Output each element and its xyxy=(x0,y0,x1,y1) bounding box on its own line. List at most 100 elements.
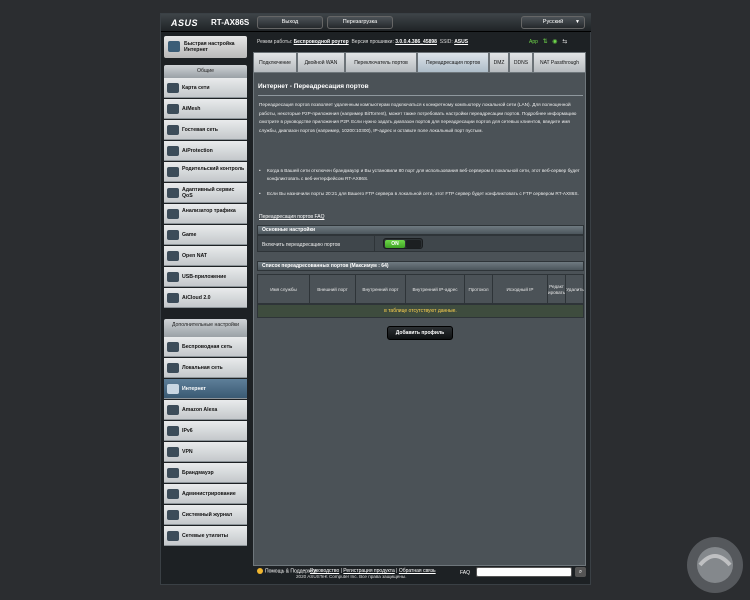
firmware-value-link[interactable]: 3.0.0.4.386_45898 xyxy=(395,39,437,45)
title-divider xyxy=(258,95,583,96)
column-header: Исходный IP xyxy=(493,275,548,304)
tab-dmz[interactable]: DMZ xyxy=(489,52,509,72)
main-panel: Интернет - Переадресация портов Переадре… xyxy=(253,72,586,566)
cloud-icon xyxy=(167,293,179,303)
sidebar-item-game[interactable]: Game xyxy=(164,225,247,245)
sidebar-item-label: IPv6 xyxy=(182,428,193,434)
sidebar-item-label: AiCloud 2.0 xyxy=(182,295,211,301)
asus-logo: ASUS xyxy=(171,18,199,28)
section-general: Общие xyxy=(164,65,247,78)
sidebar-item-traffic-analyzer[interactable]: Анализатор трафика xyxy=(164,204,247,224)
sidebar-item-network-map[interactable]: Карта сети xyxy=(164,78,247,98)
note-text: Когда в Вашей сети отключен брандмауэр и… xyxy=(267,168,580,181)
sidebar-item-label: AiProtection xyxy=(182,148,213,154)
sidebar-item-ipv6[interactable]: IPv6 xyxy=(164,421,247,441)
copyright: 2020 ASUSTeK Computer Inc. Все права защ… xyxy=(296,574,407,579)
sidebar-item-vpn[interactable]: VPN xyxy=(164,442,247,462)
add-profile-button[interactable]: Добавить профиль xyxy=(387,326,453,340)
network-status-icon[interactable]: ⇅ xyxy=(543,38,548,45)
faq-search-label: FAQ xyxy=(460,570,471,576)
sidebar-item-aicloud[interactable]: AiCloud 2.0 xyxy=(164,288,247,308)
ssid-label: SSID: xyxy=(439,39,453,45)
page-description: Переадресация портов позволяет удаленным… xyxy=(259,102,577,133)
faq-search-input[interactable] xyxy=(476,567,572,577)
status-icons: App ⇅ ◉ ⇆ xyxy=(529,38,570,45)
port-forwarding-toggle[interactable]: ON xyxy=(383,238,423,249)
tab-connection[interactable]: Подключение xyxy=(253,52,297,72)
sidebar-item-label: Адаптивный сервис QoS xyxy=(182,187,235,199)
sidebar-item-label: Системный журнал xyxy=(182,512,233,518)
sidebar-item-parental-control[interactable]: Родительский контроль xyxy=(164,162,247,182)
sidebar-item-label: Интернет xyxy=(182,386,206,392)
sidebar-item-internet[interactable]: Интернет xyxy=(164,379,247,399)
sidebar-item-lan[interactable]: Локальная сеть xyxy=(164,358,247,378)
sidebar-item-guest-network[interactable]: Гостевая сеть xyxy=(164,120,247,140)
toggle-on-state: ON xyxy=(385,240,405,248)
network-map-icon xyxy=(167,83,179,93)
sidebar-item-label: Беспроводная сеть xyxy=(182,344,233,350)
column-header: Внутренний IP-адрес xyxy=(406,275,465,304)
router-admin-window: ASUS RT-AX86S Выход Перезагрузка Русский… xyxy=(160,13,591,585)
sidebar-item-label: AiMesh xyxy=(182,106,201,112)
usb-icon xyxy=(167,272,179,282)
sidebar-item-system-log[interactable]: Системный журнал xyxy=(164,505,247,525)
logout-button[interactable]: Выход xyxy=(257,16,323,29)
gamepad-icon xyxy=(167,230,179,240)
language-select[interactable]: Русский ▼ xyxy=(521,16,585,29)
ssid-value-link[interactable]: ASUS xyxy=(454,39,468,45)
reboot-button[interactable]: Перезагрузка xyxy=(327,16,393,29)
faq-link[interactable]: Переадресация портов FAQ xyxy=(259,214,324,220)
sidebar-item-usb-app[interactable]: USB-приложение xyxy=(164,267,247,287)
quick-setup-icon xyxy=(168,41,180,52)
column-header: Протокол xyxy=(465,275,493,304)
column-header: Имя службы xyxy=(258,275,310,304)
sidebar-item-alexa[interactable]: Amazon Alexa xyxy=(164,400,247,420)
sidebar-item-label: Брандмауэр xyxy=(182,470,214,476)
basic-settings-header: Основные настройки xyxy=(257,225,584,235)
network-tools-icon xyxy=(167,531,179,541)
app-label[interactable]: App xyxy=(529,39,538,45)
empty-table-message: в таблице отсутствуют данные. xyxy=(257,304,584,318)
mode-value-link[interactable]: Беспроводной роутер xyxy=(294,39,349,45)
model-name: RT-AX86S xyxy=(211,18,250,27)
tab-port-trigger[interactable]: Переключатель портов xyxy=(345,52,417,72)
toggle-knob xyxy=(406,240,421,248)
note-text: Если Вы назначили порты 20:21 для Вашего… xyxy=(267,191,579,196)
usb-status-icon[interactable]: ⇆ xyxy=(562,38,567,45)
sidebar-item-network-tools[interactable]: Сетевые утилиты xyxy=(164,526,247,546)
sidebar-item-label: Родительский контроль xyxy=(182,166,245,172)
tab-dual-wan[interactable]: Двойной WAN xyxy=(297,52,345,72)
parental-control-icon xyxy=(167,167,179,177)
tab-nat-passthrough[interactable]: NAT Passthrough xyxy=(533,52,586,72)
tab-label: NAT Passthrough xyxy=(539,59,579,66)
sidebar-item-aiprotection[interactable]: AiProtection xyxy=(164,141,247,161)
vpn-icon xyxy=(167,447,179,457)
sidebar-item-administration[interactable]: Администрирование xyxy=(164,484,247,504)
aimesh-icon xyxy=(167,104,179,114)
column-header: Редактировать xyxy=(548,275,566,304)
sidebar-item-qos[interactable]: Адаптивный сервис QoS xyxy=(164,183,247,203)
firewall-icon xyxy=(167,468,179,478)
column-header: Внешний порт xyxy=(310,275,356,304)
column-header: Внутренний порт xyxy=(356,275,406,304)
sidebar-item-open-nat[interactable]: Open NAT xyxy=(164,246,247,266)
tab-ddns[interactable]: DDNS xyxy=(509,52,533,72)
tab-port-forwarding[interactable]: Переадресация портов xyxy=(417,52,489,72)
port-list-columns: Имя службы Внешний порт Внутренний порт … xyxy=(257,274,584,304)
sidebar-item-label: VPN xyxy=(182,449,193,455)
language-value: Русский xyxy=(542,19,564,25)
bullet-icon: • xyxy=(259,191,261,196)
sidebar-item-label: Game xyxy=(182,232,197,238)
search-icon[interactable]: ⌕ xyxy=(575,567,586,577)
sidebar-item-label: USB-приложение xyxy=(182,274,227,280)
bullet-icon: • xyxy=(259,168,261,173)
sidebar-item-aimesh[interactable]: AiMesh xyxy=(164,99,247,119)
sidebar-item-wireless[interactable]: Беспроводная сеть xyxy=(164,337,247,357)
sidebar-item-firewall[interactable]: Брандмауэр xyxy=(164,463,247,483)
wan-status-icon[interactable]: ◉ xyxy=(552,38,557,45)
status-line: Режим работы: Беспроводной роутер Версия… xyxy=(257,39,468,45)
alexa-icon xyxy=(167,405,179,415)
row-divider xyxy=(374,236,375,251)
quick-internet-setup-button[interactable]: Быстрая настройка Интернет xyxy=(164,36,247,58)
port-list-header: Список переадресованных портов (Максимум… xyxy=(257,261,584,271)
